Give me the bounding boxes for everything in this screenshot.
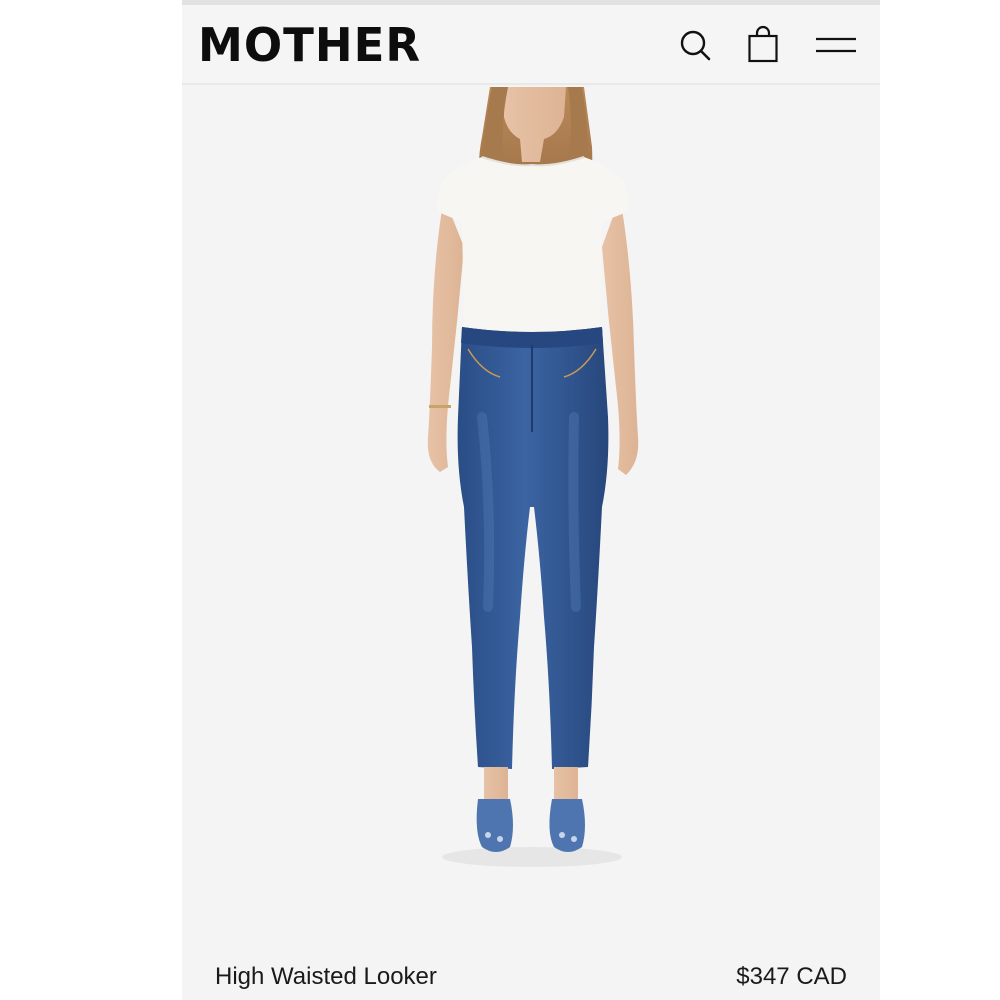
- hamburger-menu-icon: [816, 37, 856, 53]
- site-header: MOTHER: [182, 5, 880, 85]
- product-image[interactable]: [182, 87, 880, 957]
- search-icon: [680, 30, 711, 61]
- search-button[interactable]: [673, 25, 719, 65]
- shopping-bag-icon: [748, 25, 778, 63]
- product-price: $347 CAD: [736, 963, 847, 990]
- product-card: MOTHER High Waisted Looker $347 CAD: [182, 0, 880, 1000]
- brand-logo[interactable]: MOTHER: [198, 19, 421, 71]
- model-wearing-jeans-illustration: [427, 87, 639, 867]
- menu-button[interactable]: [812, 25, 860, 65]
- product-name[interactable]: High Waisted Looker: [215, 962, 437, 992]
- cart-button[interactable]: [740, 25, 786, 65]
